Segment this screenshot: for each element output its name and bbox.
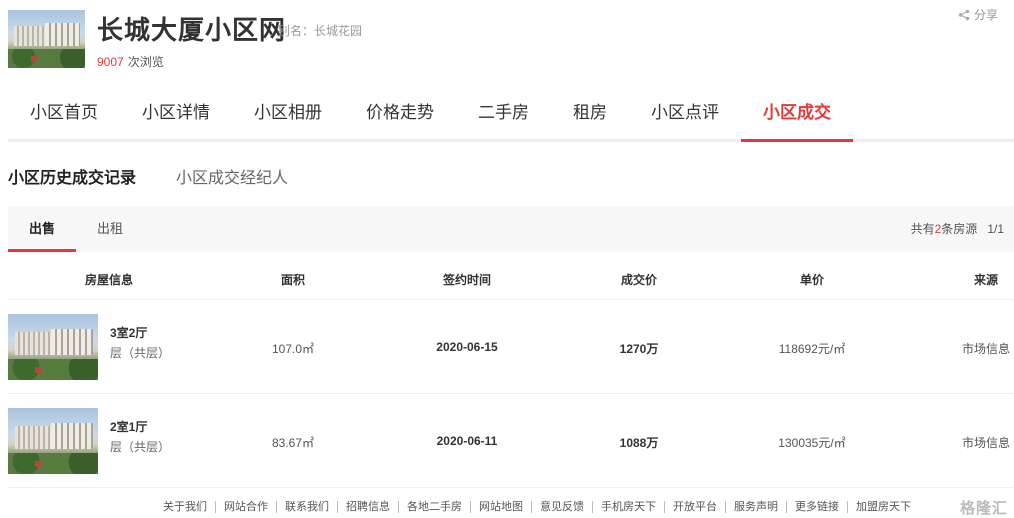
listing-sign-date: 2020-06-11 xyxy=(436,434,498,448)
tab-history-records[interactable]: 小区历史成交记录 xyxy=(8,164,136,188)
watermark-logo: 格隆汇 xyxy=(959,500,1008,517)
view-count-suffix: 次浏览 xyxy=(127,55,164,69)
page-title: 长城大厦小区网 xyxy=(97,15,287,45)
footer-link-cooperation[interactable]: 网站合作 xyxy=(215,501,276,513)
header-unit-price: 单价 xyxy=(799,273,825,287)
listing-area: 83.67㎡ xyxy=(271,436,315,450)
listing-area: 107.0㎡ xyxy=(271,342,315,356)
nav-item-price-trend[interactable]: 价格走势 xyxy=(344,88,456,139)
listing-layout[interactable]: 3室2厅 xyxy=(110,324,147,341)
main-nav: 小区首页 小区详情 小区相册 价格走势 二手房 租房 小区点评 小区成交 xyxy=(8,88,1014,142)
count-prefix: 共有 xyxy=(910,222,935,236)
footer-link-feedback[interactable]: 意见反馈 xyxy=(531,501,592,513)
page-indicator: 1/1 xyxy=(987,222,1004,236)
share-icon xyxy=(958,9,970,20)
nav-item-home[interactable]: 小区首页 xyxy=(8,88,120,139)
footer-link-second-hand[interactable]: 各地二手房 xyxy=(398,501,470,513)
listing-count: 共有2条房源 1/1 xyxy=(911,206,1004,252)
nav-item-rent[interactable]: 租房 xyxy=(551,88,629,139)
table-header: 房屋信息 面积 签约时间 成交价 单价 来源 xyxy=(8,256,1014,300)
listing-type-bar: 出售 出租 共有2条房源 1/1 xyxy=(8,206,1014,252)
alias-text: 别名：长城花园 xyxy=(278,24,363,38)
header-sign-date: 签约时间 xyxy=(442,273,492,287)
footer-link-jobs[interactable]: 招聘信息 xyxy=(337,501,398,513)
community-photo[interactable] xyxy=(8,10,85,68)
listing-floor: 层（共层） xyxy=(110,346,171,360)
nav-item-album[interactable]: 小区相册 xyxy=(232,88,344,139)
count-suffix: 条房源 xyxy=(941,222,978,236)
sub-tabs: 小区历史成交记录 小区成交经纪人 xyxy=(8,164,288,188)
nav-item-details[interactable]: 小区详情 xyxy=(120,88,232,139)
listing-source: 市场信息 xyxy=(961,436,1011,450)
view-count-number: 9007 xyxy=(97,55,124,69)
site-footer: 关于我们 网站合作 联系我们 招聘信息 各地二手房 网站地图 意见反馈 手机房天… xyxy=(0,499,1014,518)
listing-deal-price: 1088万 xyxy=(619,436,659,450)
footer-link-more[interactable]: 更多链接 xyxy=(786,501,847,513)
footer-link-about[interactable]: 关于我们 xyxy=(155,501,215,513)
table-row[interactable]: 2室1厅 层（共层） 83.67㎡ 2020-06-11 1088万 13003… xyxy=(8,394,1014,488)
footer-link-sitemap[interactable]: 网站地图 xyxy=(470,501,531,513)
footer-link-open-platform[interactable]: 开放平台 xyxy=(664,501,725,513)
listing-deal-price: 1270万 xyxy=(619,342,659,356)
tab-agents[interactable]: 小区成交经纪人 xyxy=(176,164,288,188)
listing-photo[interactable] xyxy=(8,314,98,380)
listing-photo[interactable] xyxy=(8,408,98,474)
view-count: 9007 次浏览 xyxy=(97,53,164,70)
footer-link-mobile[interactable]: 手机房天下 xyxy=(592,501,664,513)
listing-unit-price: 118692元/㎡ xyxy=(778,342,846,356)
listing-unit-price: 130035元/㎡ xyxy=(778,436,846,450)
nav-item-second-hand[interactable]: 二手房 xyxy=(456,88,551,139)
header-area: 面积 xyxy=(280,273,306,287)
listing-source: 市场信息 xyxy=(961,342,1011,356)
header-deal-price: 成交价 xyxy=(620,273,658,287)
nav-item-transactions[interactable]: 小区成交 xyxy=(741,88,853,142)
footer-link-franchise[interactable]: 加盟房天下 xyxy=(847,501,919,513)
community-header: 长城大厦小区网 别名：长城花园 9007 次浏览 分享 xyxy=(0,0,1014,84)
footer-links: 关于我们 网站合作 联系我们 招聘信息 各地二手房 网站地图 意见反馈 手机房天… xyxy=(155,501,919,513)
tab-sale[interactable]: 出售 xyxy=(8,206,76,252)
table-row[interactable]: 3室2厅 层（共层） 107.0㎡ 2020-06-15 1270万 11869… xyxy=(8,300,1014,394)
header-source: 来源 xyxy=(973,273,999,287)
share-label: 分享 xyxy=(973,8,998,22)
listing-floor: 层（共层） xyxy=(110,440,171,454)
listing-layout[interactable]: 2室1厅 xyxy=(110,418,147,435)
header-house-info: 房屋信息 xyxy=(84,273,134,287)
nav-item-reviews[interactable]: 小区点评 xyxy=(629,88,741,139)
listing-sign-date: 2020-06-15 xyxy=(436,340,498,354)
footer-link-contact[interactable]: 联系我们 xyxy=(276,501,337,513)
footer-link-terms[interactable]: 服务声明 xyxy=(725,501,786,513)
share-button[interactable]: 分享 xyxy=(958,6,998,23)
tab-rent[interactable]: 出租 xyxy=(84,206,136,252)
